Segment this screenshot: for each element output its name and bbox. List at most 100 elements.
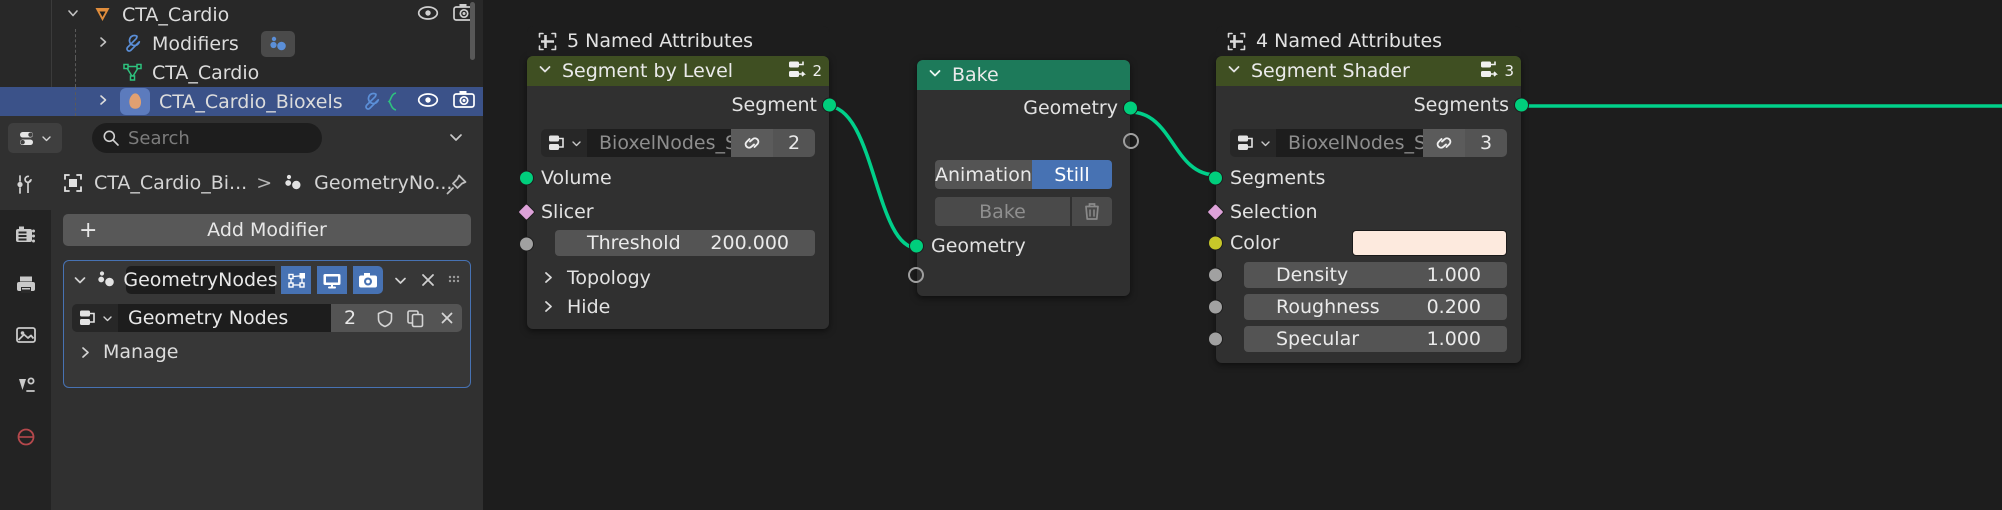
expand-caret-icon[interactable] [72,272,88,288]
node-group-name-field[interactable]: BioxelNodes_Se... [1276,129,1423,157]
node-group-badge-count: 3 [1504,62,1514,80]
search-input[interactable]: Search [92,123,322,153]
link-icon[interactable] [731,129,773,157]
duplicate-node-group-button[interactable] [400,304,431,332]
socket-geometry-input[interactable] [909,238,924,254]
node-group-browse-dropdown[interactable] [541,129,587,157]
threshold-value: 200.000 [710,232,789,254]
disclosure-triangle-icon[interactable] [62,5,84,24]
density-slider[interactable]: Density 1.000 [1244,262,1507,288]
socket-threshold-input[interactable] [519,236,534,251]
collapse-caret-icon[interactable] [537,61,553,81]
tab-view-layer[interactable] [0,310,51,360]
shield-fake-user-button[interactable] [369,304,400,332]
bake-button[interactable]: Bake [935,197,1070,226]
tab-scene[interactable] [0,360,51,410]
node-group-user-count[interactable]: 2 [331,304,369,332]
socket-extend-output[interactable] [1123,133,1139,149]
unlink-node-group-button[interactable] [431,304,462,332]
collapse-caret-icon[interactable] [927,65,943,85]
roughness-slider[interactable]: Roughness 0.200 [1244,294,1507,320]
eye-icon[interactable] [417,4,439,26]
cone-object-icon [92,4,113,25]
modifier-name-input[interactable]: GeometryNodes [123,266,278,294]
tab-output[interactable] [0,260,51,310]
threshold-label: Threshold [587,232,681,254]
bake-action-row: Bake [917,193,1130,230]
breadcrumb-object-label[interactable]: CTA_Cardio_Bi... [94,172,247,194]
manage-subpanel-header[interactable]: Manage [78,341,178,363]
camera-icon[interactable] [453,90,475,113]
eye-icon[interactable] [417,91,439,113]
socket-geometry-output[interactable] [822,97,837,113]
socket-geometry-output[interactable] [1123,100,1138,116]
trash-icon[interactable] [1072,197,1112,226]
modifier-close-button[interactable] [419,271,437,289]
bake-mode-still-option[interactable]: Still [1031,160,1112,189]
outliner-row-cta-cardio-mesh[interactable]: CTA_Cardio [0,58,483,87]
node-header-segment-shader[interactable]: Segment Shader 3 [1216,56,1521,86]
socket-color-input[interactable] [1208,235,1223,251]
node-segment-shader[interactable]: 4 Named Attributes Segment Shader 3 Segm… [1206,26,1529,363]
node-segment-by-level[interactable]: 5 Named Attributes Segment by Level 2 Se… [517,26,837,329]
node-header-bake[interactable]: Bake [917,60,1130,90]
node-title: Bake [952,64,999,86]
node-group-user-count[interactable]: 3 [1465,129,1507,157]
socket-segments-input[interactable] [1208,170,1223,186]
node-header-segment-by-level[interactable]: Segment by Level 2 [527,56,829,86]
socket-density-input[interactable] [1208,267,1223,283]
node-input-slicer: Slicer [517,196,829,227]
outliner-row-modifiers[interactable]: Modifiers [0,29,483,58]
socket-specular-input[interactable] [1208,331,1223,347]
collapse-caret-icon[interactable] [1226,61,1242,81]
drag-dots-icon[interactable] [446,272,462,288]
socket-selection-input[interactable] [1206,202,1225,221]
outliner-scrollbar[interactable] [470,2,475,60]
socket-roughness-input[interactable] [1208,299,1223,315]
modifier-extras-chevron-down-icon[interactable] [392,272,409,289]
bake-mode-segmented-control[interactable]: Animation Still [935,160,1112,189]
disclosure-triangle-icon[interactable] [92,92,114,111]
socket-extend-input[interactable] [908,267,924,283]
render-display-toggle[interactable] [353,266,383,294]
properties-editor: CTA_Cardio Modifiers CTA_Cardio CTA_Card… [0,0,483,510]
geometry-nodes-icon[interactable] [260,30,295,57]
realtime-display-toggle[interactable] [317,266,347,294]
pin-icon[interactable] [443,172,469,203]
node-panel-hide[interactable]: Hide [527,292,829,321]
manage-label: Manage [103,341,179,363]
node-group-user-count[interactable]: 2 [773,129,815,157]
edit-mode-display-toggle[interactable] [281,266,311,294]
editor-type-button[interactable] [8,123,62,153]
node-group-badge: 3 [1478,56,1514,86]
search-icon [102,129,120,147]
tab-tool[interactable] [0,160,51,210]
panel-label: Hide [567,295,611,318]
node-input-threshold: Threshold 200.000 [519,227,829,260]
socket-volume-input[interactable] [519,170,534,186]
node-bake[interactable]: Bake Geometry Animation Still Bake Geome… [908,60,1139,296]
geometry-nodes-icon [281,172,305,194]
socket-slicer-input[interactable] [517,202,536,221]
node-group-browse-dropdown[interactable] [72,304,118,332]
node-panel-topology[interactable]: Topology [527,263,829,292]
color-swatch[interactable] [1352,230,1507,256]
node-group-name-field[interactable]: BioxelNodes_Se... [587,129,731,157]
filter-chevron-down-icon[interactable] [447,129,465,148]
breadcrumb-modifier-label[interactable]: GeometryNo... [314,172,452,194]
threshold-slider[interactable]: Threshold 200.000 [555,230,815,256]
outliner-row-cta-cardio-bioxels[interactable]: CTA_Cardio_Bioxels [0,87,483,116]
socket-geometry-output[interactable] [1514,97,1529,113]
node-group-name-input[interactable]: Geometry Nodes [118,304,331,332]
add-modifier-button[interactable]: + Add Modifier [63,214,471,246]
link-icon[interactable] [1423,129,1465,157]
node-output-segments: Segments [1216,86,1529,124]
bake-mode-animation-option[interactable]: Animation [935,160,1032,189]
tab-world[interactable] [0,410,51,460]
disclosure-triangle-icon[interactable] [92,34,114,53]
geometry-nodes-icon [94,269,120,291]
outliner-row-cta-cardio[interactable]: CTA_Cardio [0,0,483,29]
tab-render[interactable] [0,210,51,260]
node-group-browse-dropdown[interactable] [1230,129,1276,157]
specular-slider[interactable]: Specular 1.000 [1244,326,1507,352]
